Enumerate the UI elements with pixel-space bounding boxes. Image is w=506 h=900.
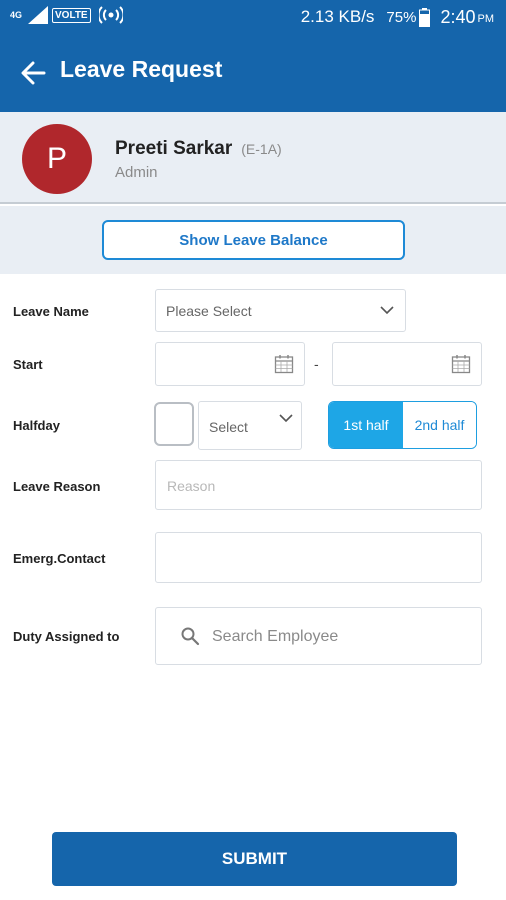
leave-name-dropdown[interactable]: Please Select	[155, 289, 406, 332]
halfday-segmented-control: 1st half 2nd half	[328, 401, 477, 449]
leave-name-placeholder: Please Select	[166, 303, 252, 319]
hotspot-icon	[98, 6, 123, 24]
emergency-contact-input[interactable]	[155, 532, 482, 583]
calendar-icon	[274, 355, 294, 374]
first-half-option[interactable]: 1st half	[329, 402, 403, 448]
duty-assigned-label: Duty Assigned to	[13, 629, 120, 644]
leave-reason-label: Leave Reason	[13, 479, 101, 494]
submit-button[interactable]: SUBMIT	[52, 832, 457, 886]
profile-card: P Preeti Sarkar (E-1A) Admin	[0, 112, 506, 204]
employee-name: Preeti Sarkar	[115, 138, 233, 159]
page-title: Leave Request	[60, 56, 223, 82]
halfday-checkbox[interactable]	[154, 402, 194, 446]
halfday-select-dropdown[interactable]: Select	[198, 401, 302, 450]
leave-name-label: Leave Name	[13, 304, 89, 319]
show-leave-balance-button[interactable]: Show Leave Balance	[102, 220, 405, 260]
date-range-separator: -	[314, 356, 319, 372]
emergency-contact-label: Emerg.Contact	[13, 551, 106, 566]
start-date-from-field[interactable]	[155, 342, 305, 386]
calendar-icon	[451, 355, 471, 374]
arrow-left-icon	[21, 61, 46, 85]
battery-icon	[419, 7, 431, 27]
search-icon	[181, 627, 200, 646]
leave-reason-input[interactable]: Reason	[155, 460, 482, 510]
halfday-label: Halfday	[13, 418, 60, 433]
search-employee-placeholder: Search Employee	[212, 628, 339, 645]
status-bar: 4G VOLTE 2.13 KB/s 75% 2:40 PM	[0, 0, 506, 34]
employee-code: (E-1A)	[241, 141, 282, 157]
clock-time: 2:40	[440, 6, 476, 27]
chevron-down-icon	[279, 414, 293, 423]
start-date-to-field[interactable]	[332, 342, 482, 386]
duty-assigned-search[interactable]: Search Employee	[155, 607, 482, 665]
halfday-select-placeholder: Select	[209, 419, 248, 435]
leave-reason-placeholder: Reason	[167, 478, 216, 494]
network-type: 4G	[10, 9, 23, 20]
signal-icon	[28, 6, 48, 24]
network-speed: 2.13 KB/s	[300, 7, 375, 26]
employee-role: Admin	[115, 164, 158, 181]
second-half-option[interactable]: 2nd half	[403, 402, 476, 448]
avatar: P	[22, 124, 92, 194]
volte-badge: VOLTE	[52, 7, 91, 23]
battery-percent: 75%	[386, 8, 417, 26]
start-label: Start	[13, 357, 43, 372]
back-button[interactable]	[18, 58, 48, 88]
chevron-down-icon	[380, 306, 394, 315]
clock-ampm: PM	[477, 13, 495, 25]
balance-section: Show Leave Balance	[0, 206, 506, 274]
app-bar: Leave Request	[0, 34, 506, 112]
